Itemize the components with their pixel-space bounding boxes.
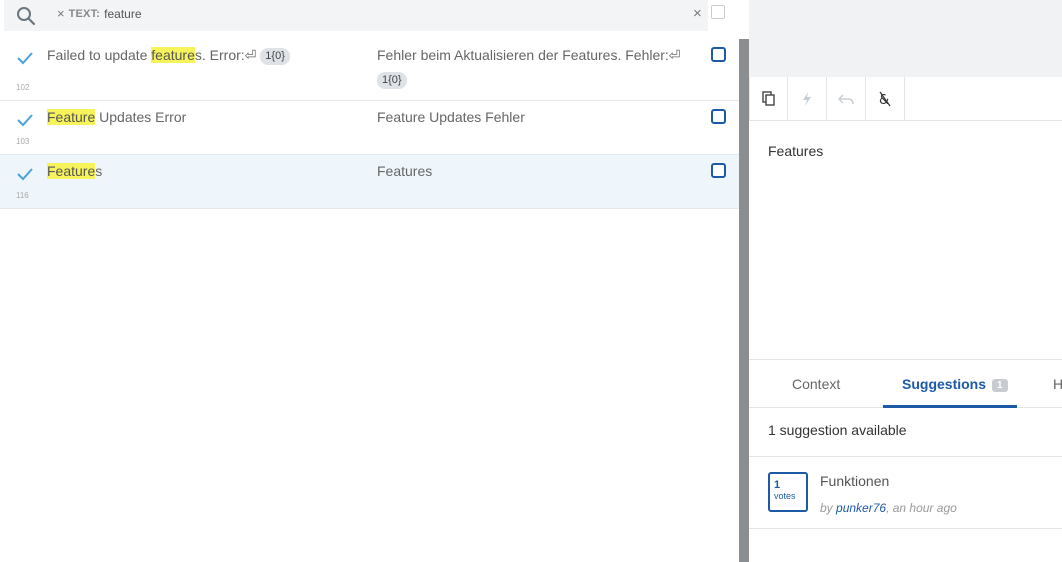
translation-text: Fehler beim Aktualisieren der Features. … (377, 47, 681, 63)
placeholder-token: 1{0} (260, 48, 290, 65)
approved-check-icon (17, 114, 33, 127)
table-row[interactable]: 102 Failed to update features. Error:⏎ 1… (0, 39, 739, 101)
search-highlight: Feature (47, 109, 96, 125)
suggestion-author-link[interactable]: punker76 (836, 501, 886, 515)
row-checkbox[interactable] (711, 109, 726, 124)
filter-value: feature (104, 6, 142, 21)
source-text: Features (47, 163, 103, 179)
select-all-checkbox[interactable] (711, 5, 725, 19)
bolt-icon (803, 91, 811, 106)
undo-icon (838, 93, 854, 104)
source-preview-area (749, 0, 1062, 77)
string-id: 103 (16, 137, 30, 146)
approved-check-icon (17, 52, 33, 65)
active-tab-indicator (883, 405, 1017, 408)
suggestions-count-badge: 1 (992, 379, 1008, 392)
source-text: Feature Updates Error (47, 109, 187, 125)
vote-label: votes (774, 491, 796, 501)
copy-icon (761, 90, 775, 106)
editor-toolbar: & (749, 77, 1062, 121)
special-char-icon: & (879, 91, 891, 107)
suggestion-count-text: 1 suggestion available (768, 422, 907, 438)
svg-text:&: & (879, 93, 889, 107)
source-text: Failed to update features. Error:⏎ 1{0} (47, 47, 290, 65)
translation-text: Features (377, 163, 433, 179)
tab-history[interactable]: H (1053, 376, 1062, 392)
undo-button[interactable] (827, 77, 866, 120)
tab-suggestions[interactable]: Suggestions 1 (902, 376, 1008, 392)
search-highlight: feature (151, 47, 195, 63)
vote-count: 1 (774, 479, 781, 491)
table-row[interactable]: 103 Feature Updates Error Feature Update… (0, 101, 739, 155)
suggestion-author-line: by punker76, an hour ago (820, 501, 957, 515)
suggestion-text[interactable]: Funktionen (820, 473, 889, 489)
row-checkbox[interactable] (711, 47, 726, 62)
string-list-panel: × TEXT: feature × 102 Failed to update f… (0, 0, 739, 562)
tab-suggestions-label: Suggestions (902, 376, 987, 392)
remove-filter-icon[interactable]: × (57, 6, 65, 21)
clear-search-icon[interactable]: × (693, 5, 702, 22)
search-icon[interactable] (16, 6, 36, 26)
search-highlight: Feature (47, 163, 96, 179)
info-tabs: Context Suggestions 1 H (749, 359, 1062, 408)
approved-check-icon (17, 168, 33, 181)
placeholder-token: 1{0} (377, 72, 407, 89)
machine-translate-button[interactable] (788, 77, 827, 120)
translation-editor[interactable]: Features (768, 143, 823, 159)
panel-divider-scrollbar[interactable] (739, 39, 749, 562)
string-id: 102 (16, 83, 30, 92)
search-filter-chip[interactable]: × TEXT: feature (57, 6, 142, 21)
string-list: 102 Failed to update features. Error:⏎ 1… (0, 39, 739, 209)
editor-panel: & Features Context Suggestions 1 H 1 sugg… (749, 0, 1062, 562)
translation-text: Feature Updates Fehler (377, 109, 525, 125)
filter-key: TEXT: (68, 7, 101, 20)
tab-context[interactable]: Context (792, 376, 840, 392)
copy-source-button[interactable] (749, 77, 788, 120)
search-bar[interactable]: × TEXT: feature × (4, 0, 708, 31)
table-row-selected[interactable]: 116 Features Features (0, 155, 739, 209)
string-id: 116 (16, 191, 29, 200)
vote-button[interactable]: 1 votes (768, 472, 808, 512)
special-characters-button[interactable]: & (866, 77, 905, 120)
suggestion-item[interactable]: 1 votes Funktionen by punker76, an hour … (749, 457, 1062, 529)
row-checkbox[interactable] (711, 163, 726, 178)
